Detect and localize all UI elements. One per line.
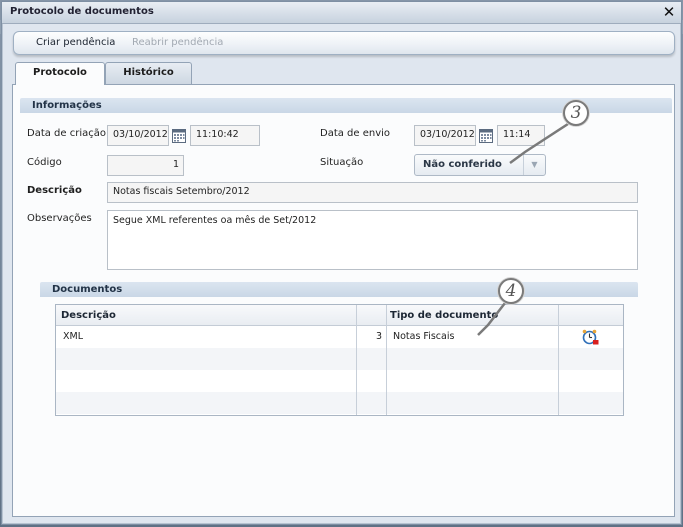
column-divider: [356, 305, 357, 415]
description-field[interactable]: Notas fiscais Setembro/2012: [107, 182, 638, 203]
notes-label: Observações: [27, 213, 92, 224]
description-label: Descrição: [27, 185, 82, 196]
callout-badge-4: 4: [498, 278, 524, 304]
close-icon[interactable]: ✕: [661, 3, 677, 21]
row-description: XML: [63, 331, 83, 342]
column-header-description[interactable]: Descrição: [61, 310, 116, 321]
documents-section-header: Documentos: [40, 282, 638, 297]
tab-history[interactable]: Histórico: [105, 62, 192, 84]
send-date-label: Data de envio: [320, 128, 391, 139]
table-row[interactable]: [56, 370, 623, 392]
creation-time-field[interactable]: 11:10:42: [190, 125, 260, 146]
code-field[interactable]: 1: [107, 155, 184, 176]
calendar-icon[interactable]: [172, 129, 186, 143]
reopen-pending-button[interactable]: Reabrir pendência: [132, 37, 223, 48]
creation-date-label: Data de criação: [27, 128, 106, 139]
dialog-titlebar: Protocolo de documentos ✕: [2, 2, 681, 24]
calendar-icon[interactable]: [479, 129, 493, 143]
code-label: Código: [27, 157, 62, 168]
column-divider: [386, 305, 387, 415]
notes-textarea[interactable]: Segue XML referentes oa mês de Set/2012: [107, 210, 638, 270]
row-doc-type: Notas Fiscais: [393, 331, 455, 342]
chevron-down-icon[interactable]: ▼: [523, 155, 545, 175]
protocol-panel: Informações Data de criação 03/10/2012 1…: [12, 84, 675, 517]
row-quantity: 3: [375, 331, 382, 342]
send-time-field[interactable]: 11:14: [497, 125, 545, 146]
tab-protocol[interactable]: Protocolo: [15, 62, 105, 85]
protocol-dialog: Protocolo de documentos ✕ Criar pendênci…: [1, 1, 682, 525]
status-label: Situação: [320, 157, 364, 168]
alarm-clock-icon[interactable]: [582, 329, 599, 345]
column-header-doc-type[interactable]: Tipo de documento: [390, 310, 498, 321]
dialog-title: Protocolo de documentos: [10, 6, 154, 17]
documents-table: Descrição Tipo de documento XML 3 Notas …: [55, 304, 624, 416]
column-divider: [558, 305, 559, 415]
table-header: Descrição Tipo de documento: [56, 305, 623, 326]
table-row[interactable]: [56, 392, 623, 414]
send-date-field[interactable]: 03/10/2012: [414, 125, 476, 146]
creation-date-field[interactable]: 03/10/2012: [107, 125, 169, 146]
table-row[interactable]: XML 3 Notas Fiscais: [56, 326, 623, 348]
table-row[interactable]: [56, 348, 623, 370]
callout-badge-3: 3: [563, 100, 589, 126]
status-select-value: Não conferido: [423, 159, 502, 170]
status-select[interactable]: Não conferido ▼: [414, 154, 546, 176]
action-toolbar: Criar pendência Reabrir pendência: [13, 31, 675, 55]
create-pending-button[interactable]: Criar pendência: [36, 37, 115, 48]
